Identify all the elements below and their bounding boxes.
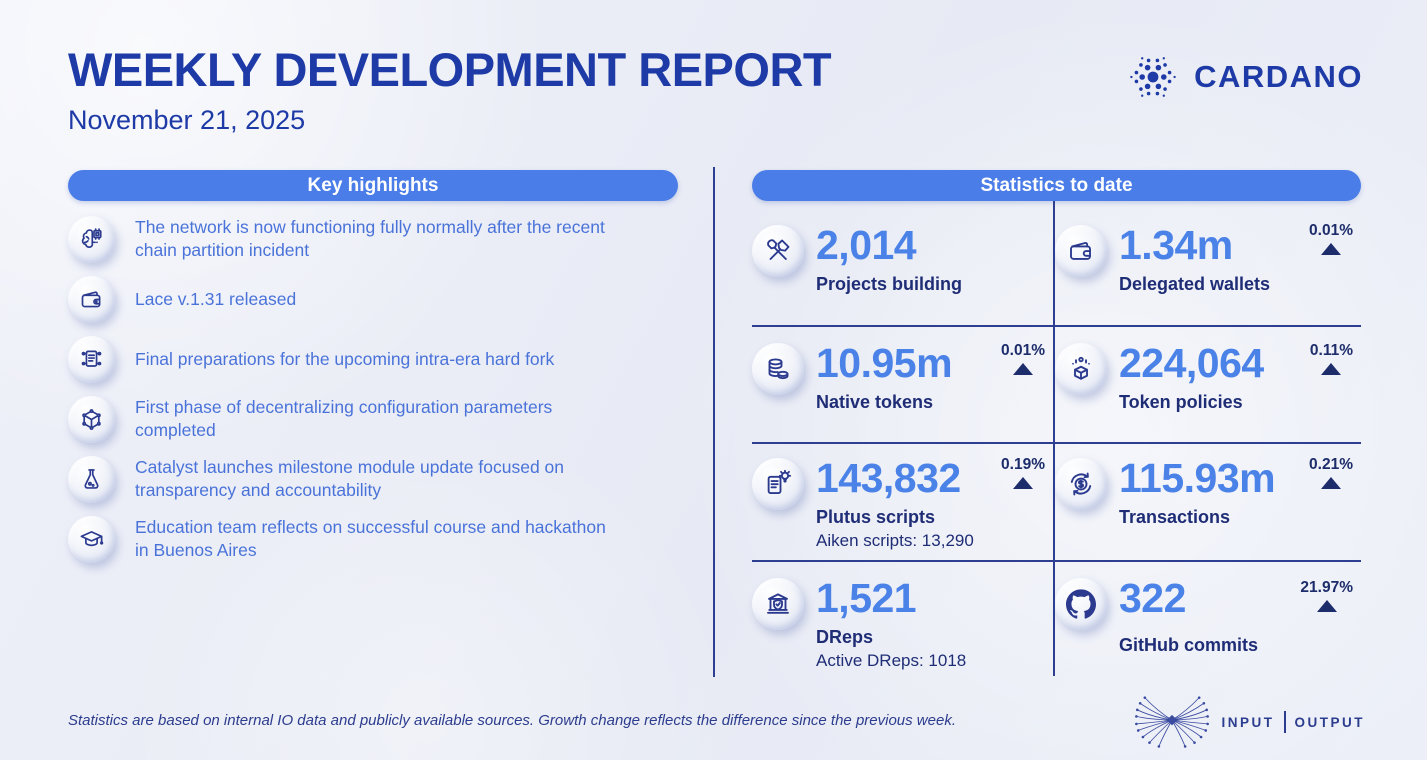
stat-github-commits: 322 GitHub commits 21.97% [1055,562,1361,676]
growth-value: 0.21% [1309,457,1353,473]
growth-value: 21.97% [1300,580,1353,596]
growth-value: 0.01% [1001,343,1045,359]
growth-indicator: 0.01% [1309,223,1353,255]
stat-sublabel: Aiken scripts: 13,290 [816,531,1047,551]
key-highlights-header: Key highlights [68,170,678,201]
stat-transactions: 115.93m Transactions 0.21% [1055,444,1361,562]
highlight-item: Education team reflects on successful co… [68,515,678,563]
network-brain-icon [68,216,115,263]
highlight-text: Final preparations for the upcoming intr… [135,348,554,371]
statistics-header: Statistics to date [752,170,1361,201]
up-triangle-icon [1321,477,1341,489]
wallet-icon [1055,225,1107,277]
token-box-icon [1055,343,1107,395]
cube-network-icon [68,396,115,443]
highlight-item: Final preparations for the upcoming intr… [68,335,678,383]
highlight-text: Catalyst launches milestone module updat… [135,456,615,502]
stat-sublabel: Active DReps: 1018 [816,651,1047,671]
script-bulb-icon [752,458,804,510]
highlight-text: Lace v.1.31 released [135,288,296,311]
io-wordmark-output: OUTPUT [1295,715,1366,730]
stat-label: Delegated wallets [1119,274,1355,295]
stat-label: DReps [816,627,1047,648]
growth-indicator: 21.97% [1300,580,1353,612]
stat-native-tokens: 10.95m Native tokens 0.01% [752,327,1055,444]
highlight-item: The network is now functioning fully nor… [68,215,678,263]
highlight-item: Lace v.1.31 released [68,275,678,323]
stat-label: Plutus scripts [816,507,1047,528]
tools-icon [752,225,804,277]
document-circuit-icon [68,336,115,383]
cardano-logo: CARDANO [1126,50,1363,104]
highlight-item: First phase of decentralizing configurat… [68,395,678,443]
stat-label: Transactions [1119,507,1355,528]
statistics-grid: 2,014 Projects building 1.34m Delegated … [752,201,1361,676]
highlight-text: The network is now functioning fully nor… [135,216,615,262]
io-wordmark-input: INPUT [1222,715,1275,730]
transactions-icon [1055,458,1107,510]
stat-label: GitHub commits [1119,635,1355,656]
stat-label: Token policies [1119,392,1355,413]
governance-icon [752,578,804,630]
highlight-text: Education team reflects on successful co… [135,516,615,562]
key-highlights-section: Key highlights The network is now functi… [68,170,678,575]
stat-value: 1,521 [816,578,1047,619]
up-triangle-icon [1321,363,1341,375]
highlights-list: The network is now functioning fully nor… [68,215,678,563]
stat-delegated-wallets: 1.34m Delegated wallets 0.01% [1055,201,1361,327]
up-triangle-icon [1013,363,1033,375]
cardano-starburst-icon [1126,50,1180,104]
stat-projects-building: 2,014 Projects building [752,201,1055,327]
section-divider [713,167,715,677]
io-divider [1284,711,1286,733]
growth-indicator: 0.11% [1310,343,1353,375]
stat-plutus-scripts: 143,832 Plutus scripts Aiken scripts: 13… [752,444,1055,562]
up-triangle-icon [1321,243,1341,255]
flask-icon [68,456,115,503]
growth-indicator: 0.21% [1309,457,1353,489]
stat-label: Native tokens [816,392,1047,413]
github-icon [1055,578,1107,630]
input-output-logo: INPUT OUTPUT [1134,692,1366,752]
growth-value: 0.01% [1309,223,1353,239]
report-canvas: WEEKLY DEVELOPMENT REPORT November 21, 2… [0,0,1427,760]
highlight-text: First phase of decentralizing configurat… [135,396,615,442]
stat-value: 2,014 [816,225,1047,266]
cardano-wordmark: CARDANO [1194,59,1363,95]
report-date: November 21, 2025 [68,105,305,136]
stat-dreps: 1,521 DReps Active DReps: 1018 [752,562,1055,676]
wallet-icon [68,276,115,323]
footnote: Statistics are based on internal IO data… [68,712,956,729]
growth-indicator: 0.19% [1001,457,1045,489]
page-title: WEEKLY DEVELOPMENT REPORT [68,42,831,97]
up-triangle-icon [1013,477,1033,489]
highlight-item: Catalyst launches milestone module updat… [68,455,678,503]
statistics-section: Statistics to date 2,014 Projects buildi… [752,170,1361,676]
stat-token-policies: 224,064 Token policies 0.11% [1055,327,1361,444]
up-triangle-icon [1317,600,1337,612]
growth-indicator: 0.01% [1001,343,1045,375]
stat-label: Projects building [816,274,1047,295]
growth-value: 0.19% [1001,457,1045,473]
coins-icon [752,343,804,395]
growth-value: 0.11% [1310,343,1353,359]
graduation-cap-icon [68,516,115,563]
io-butterfly-icon [1134,692,1210,752]
